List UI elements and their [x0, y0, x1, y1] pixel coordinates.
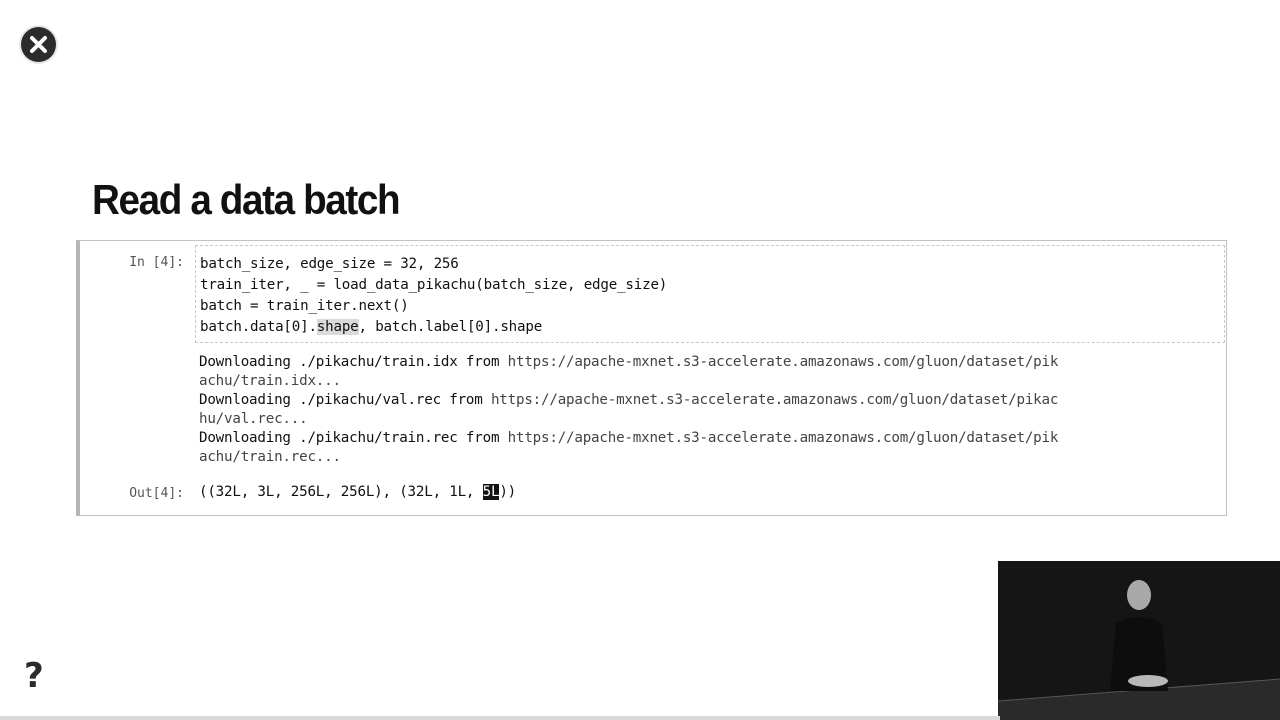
- stream-line: Downloading ./pikachu/train.idx from htt…: [199, 354, 1058, 370]
- selected-text: 5L: [482, 484, 500, 500]
- stream-url: https://apache-mxnet.s3-accelerate.amazo…: [507, 354, 1059, 370]
- output-pre: ((32L, 3L, 256L, 256L), (32L, 1L,: [199, 484, 483, 500]
- stream-line-wrap: hu/val.rec...: [199, 411, 308, 427]
- stream-prefix: Downloading ./pikachu/train.idx from: [199, 354, 508, 370]
- output-prompt: Out[4]:: [129, 486, 184, 501]
- code-line-4-pre: batch.data[0].: [200, 319, 317, 335]
- notebook-cell[interactable]: In [4]: batch_size, edge_size = 32, 256 …: [76, 240, 1227, 516]
- slide-progress-rule: [0, 716, 1000, 720]
- slide-title: Read a data batch: [92, 176, 401, 223]
- stream-url: https://apache-mxnet.s3-accelerate.amazo…: [490, 392, 1059, 408]
- code-line-2: train_iter, _ = load_data_pikachu(batch_…: [200, 277, 668, 293]
- code-line-3: batch = train_iter.next(): [200, 298, 409, 314]
- stream-line: Downloading ./pikachu/val.rec from https…: [199, 392, 1058, 408]
- stream-line-wrap: achu/train.idx...: [199, 373, 341, 389]
- stream-prefix: Downloading ./pikachu/val.rec from: [199, 392, 491, 408]
- code-input-area[interactable]: batch_size, edge_size = 32, 256 train_it…: [195, 245, 1225, 343]
- code-line-4: batch.data[0].shape, batch.label[0].shap…: [200, 319, 542, 335]
- stream-line: Downloading ./pikachu/train.rec from htt…: [199, 430, 1058, 446]
- help-button[interactable]: ?: [24, 656, 44, 696]
- stream-url: https://apache-mxnet.s3-accelerate.amazo…: [507, 430, 1059, 446]
- code-line-1: batch_size, edge_size = 32, 256: [200, 256, 459, 272]
- input-prompt: In [4]:: [129, 255, 184, 270]
- stream-line-wrap: achu/train.rec...: [199, 449, 341, 465]
- stream-prefix: Downloading ./pikachu/train.rec from: [199, 430, 508, 446]
- code-line-4-post: , batch.label[0].shape: [358, 319, 543, 335]
- highlighted-token: shape: [316, 319, 359, 335]
- close-button[interactable]: [21, 27, 56, 62]
- presenter-video: [998, 561, 1280, 720]
- output-post: )): [499, 484, 516, 500]
- presenter-video-frame: [998, 561, 1280, 720]
- output-result: ((32L, 3L, 256L, 256L), (32L, 1L, 5L)): [199, 484, 516, 500]
- close-icon: [30, 36, 47, 53]
